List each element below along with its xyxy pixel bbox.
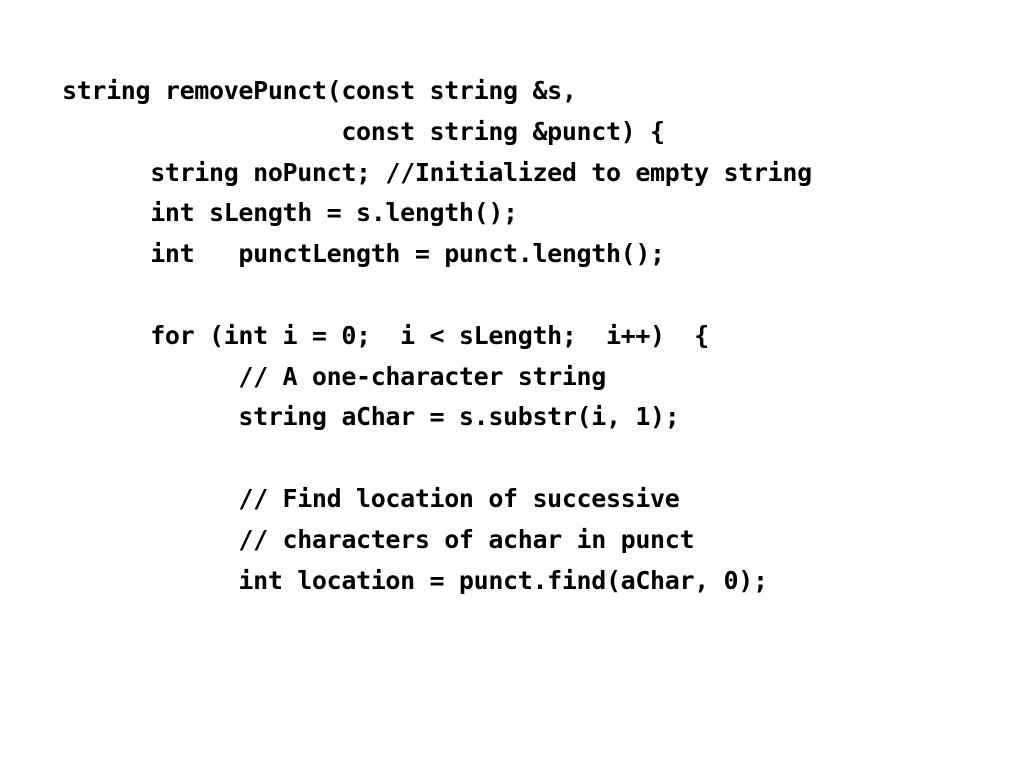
slide-canvas: string removePunct(const string &s, cons… [0, 0, 1024, 768]
code-line: const string &punct) { [62, 116, 665, 146]
code-line: for (int i = 0; i < sLength; i++) { [62, 320, 709, 350]
code-line: // Find location of successive [62, 483, 680, 513]
code-line: string removePunct(const string &s, [62, 76, 577, 105]
code-line: int punctLength = punct.length(); [62, 239, 665, 269]
code-line: string aChar = s.substr(i, 1); [62, 402, 680, 432]
code-line: int location = punct.find(aChar, 0); [62, 565, 768, 595]
code-line: string noPunct; //Initialized to empty s… [62, 157, 812, 187]
code-line: // A one-character string [62, 361, 606, 391]
code-listing: string removePunct(const string &s, cons… [62, 71, 1002, 601]
code-line: int sLength = s.length(); [62, 198, 518, 228]
code-line: // characters of achar in punct [62, 524, 695, 554]
